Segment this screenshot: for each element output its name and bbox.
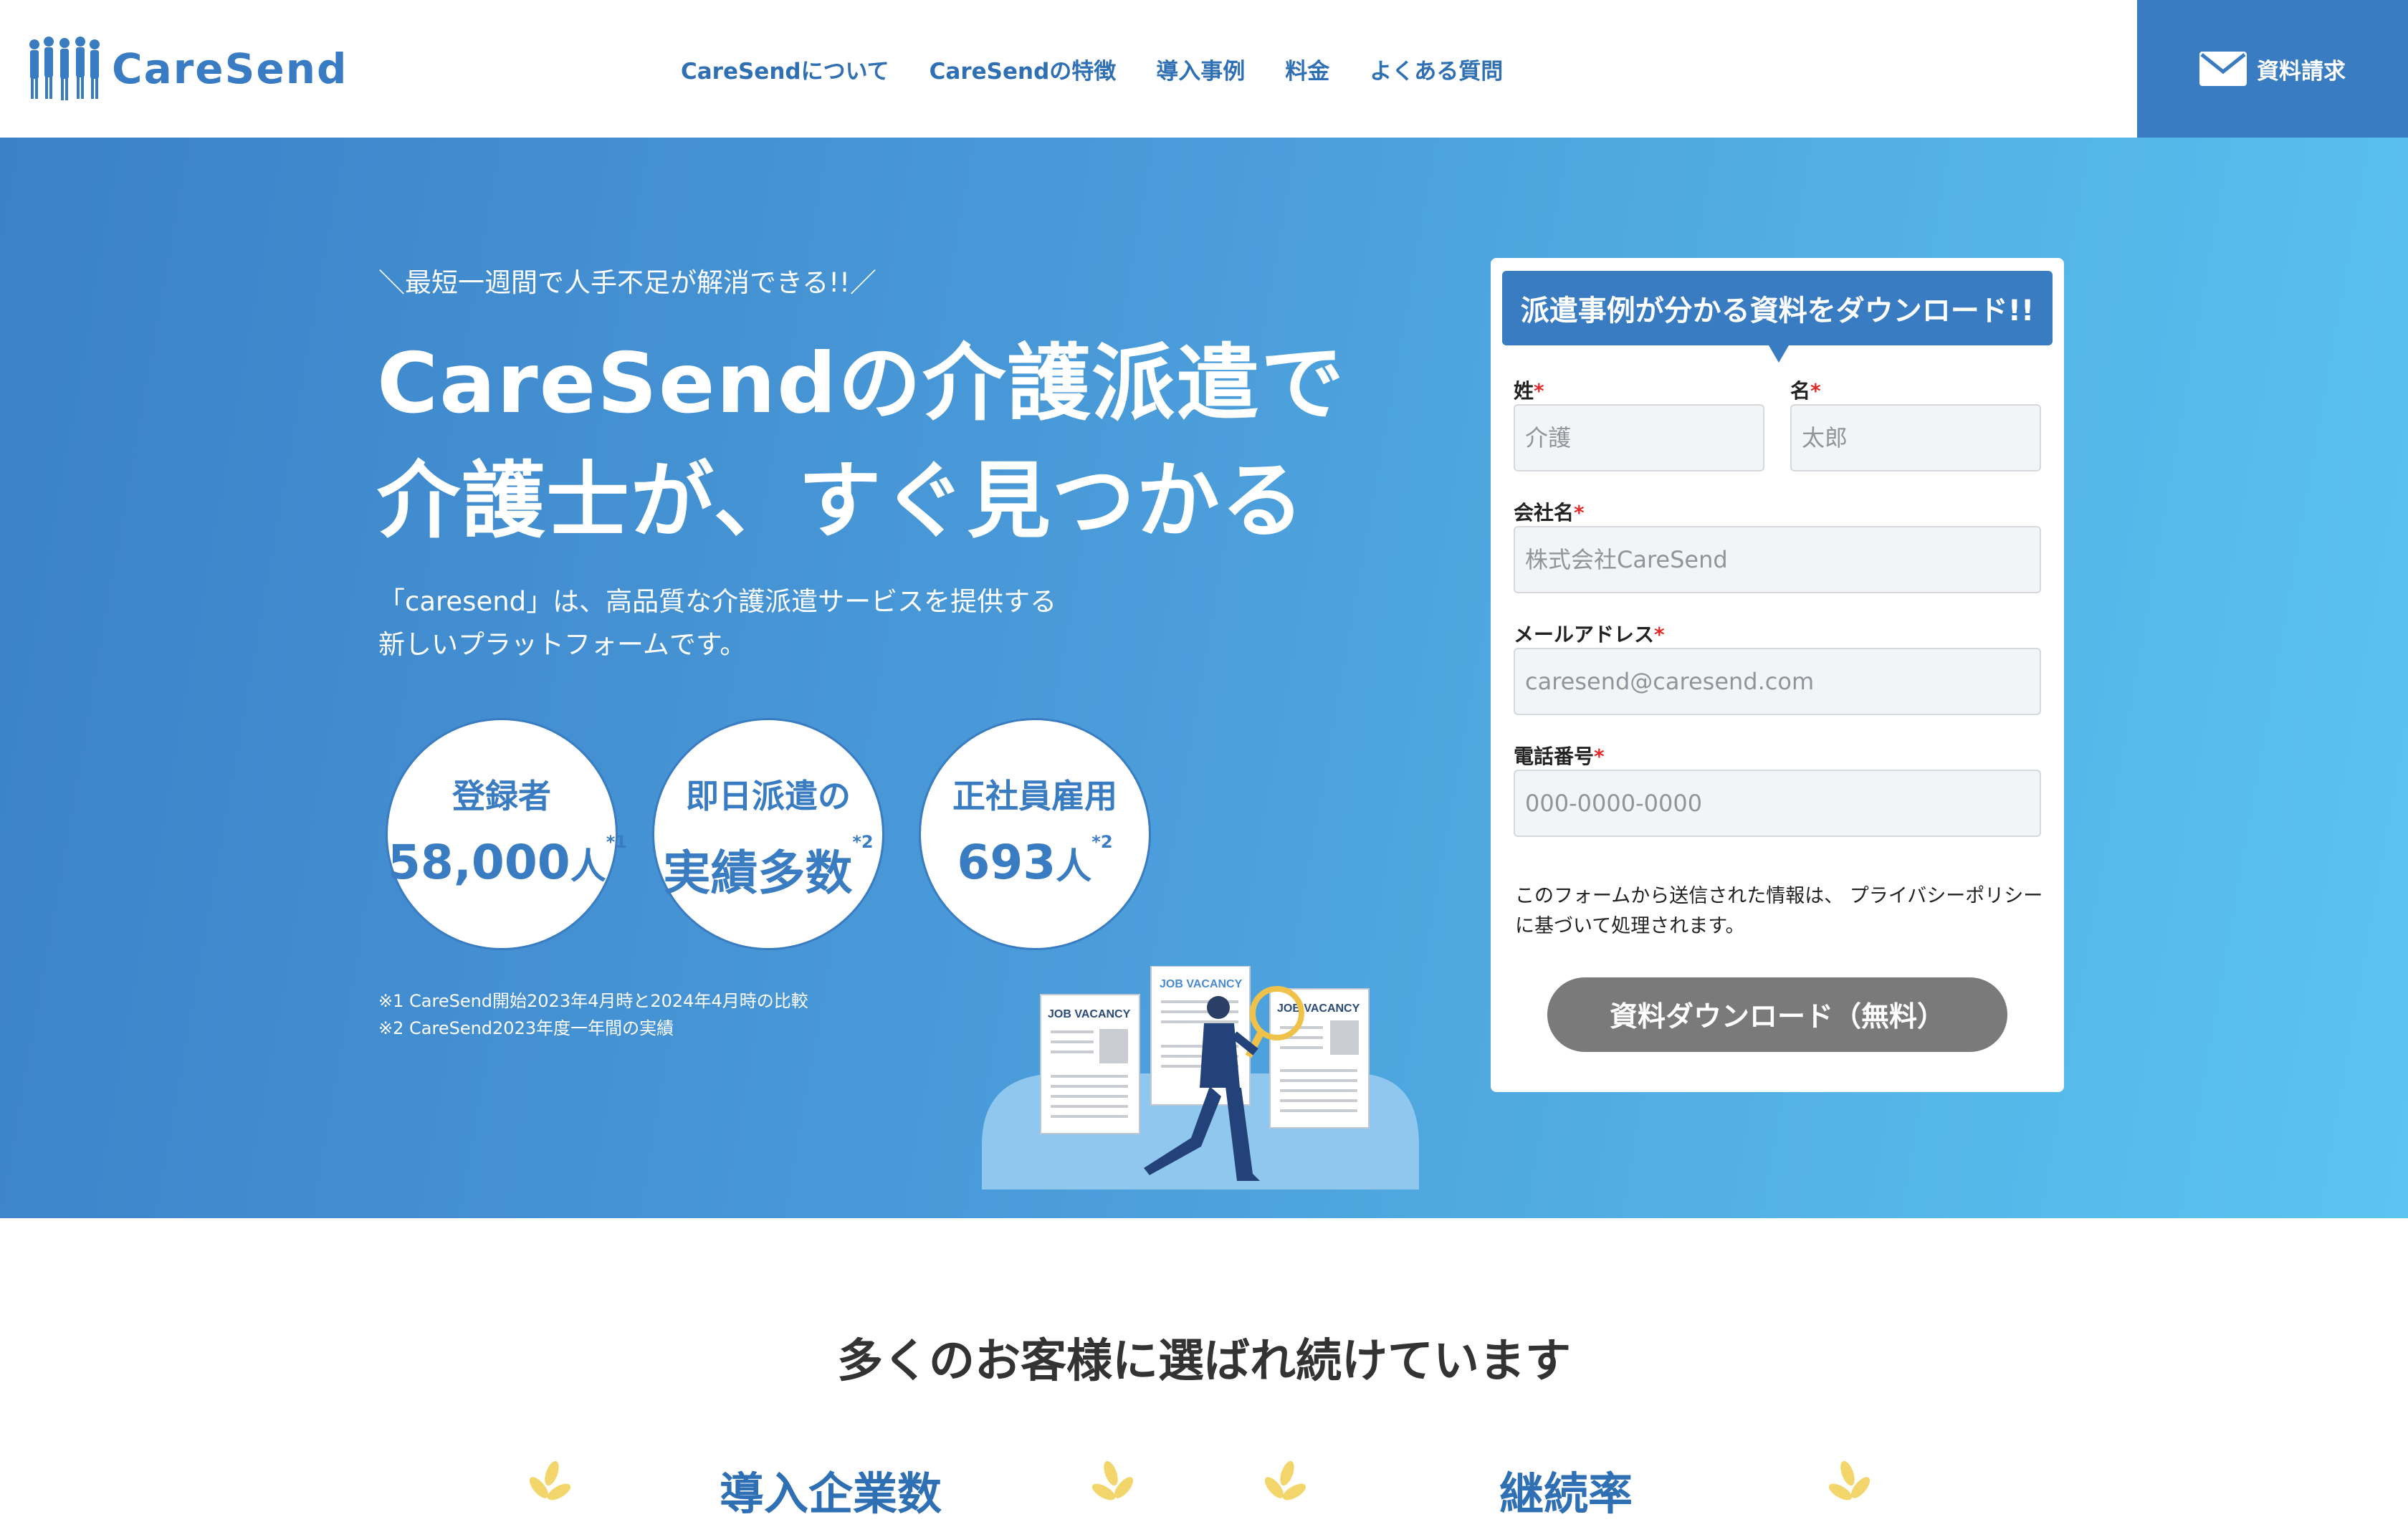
brand-name: CareSend	[112, 44, 348, 93]
job-vacancy-text: JOB VACANCY	[1048, 1008, 1131, 1020]
phone-label: 電話番号*	[1514, 745, 1605, 768]
footnotes: ※1 CareSend開始2023年4月時と2024年4月時の比較 ※2 Car…	[378, 987, 808, 1042]
last-name-label: 姓*	[1514, 379, 1544, 403]
stat-label: 登録者	[452, 777, 551, 815]
stat-unit: 人	[570, 846, 606, 887]
last-name-input[interactable]	[1514, 404, 1764, 472]
laurel-left-icon	[529, 1460, 571, 1501]
phone-input[interactable]	[1514, 770, 2041, 837]
stat-number: 693	[957, 835, 1056, 890]
laurel-right-icon	[1091, 1460, 1134, 1501]
hero-desc-line1: 「caresend」は、高品質な介護派遣サービスを提供する	[378, 586, 1057, 617]
stat-value: 実績多数*2	[654, 832, 882, 904]
stat-note: *2	[1091, 832, 1113, 852]
hero-title-line1: CareSendの介護派遣で	[377, 335, 1346, 432]
section-title: 多くのお客様に選ばれ続けています	[837, 1335, 1571, 1388]
email-input[interactable]	[1514, 648, 2041, 715]
mail-icon	[2199, 52, 2247, 86]
stat-note: *2	[852, 832, 874, 852]
stat-value: 693人*2	[921, 832, 1149, 890]
email-label: メールアドレス*	[1514, 623, 1665, 646]
stat-note: *1	[606, 832, 627, 852]
download-form: 派遣事例が分かる資料をダウンロード!! 姓* 名* 会社名* メールアドレス* …	[1491, 258, 2064, 1092]
stat-full-time: 正社員雇用 693人*2	[919, 718, 1151, 950]
request-docs-button[interactable]: 資料請求	[2137, 0, 2408, 138]
company-label: 会社名*	[1514, 501, 1585, 525]
footnote-1: ※1 CareSend開始2023年4月時と2024年4月時の比較	[378, 991, 808, 1011]
download-submit-button[interactable]: 資料ダウンロード（無料）	[1547, 977, 2007, 1052]
hero-subtitle: ＼最短一週間で人手不足が解消できる!!／	[378, 267, 876, 298]
stat-number: 58,000	[388, 835, 570, 890]
first-name-label: 名*	[1790, 379, 1821, 403]
nav-link-pricing[interactable]: 料金	[1285, 53, 1329, 85]
hero-desc-line2: 新しいプラットフォームです。	[378, 629, 747, 660]
job-vacancy-text: JOB VACANCY	[1160, 978, 1243, 990]
stat-unit: 人	[1056, 846, 1092, 887]
people-logo-icon	[29, 37, 100, 100]
request-docs-label: 資料請求	[2257, 58, 2346, 85]
stat-label: 正社員雇用	[952, 777, 1117, 815]
hero-title: CareSendの介護派遣で 介護士が、すぐ見つかる	[377, 325, 1345, 560]
company-input[interactable]	[1514, 526, 2041, 593]
hero-title-line2: 介護士が、すぐ見つかる	[377, 453, 1306, 550]
nav-link-cases[interactable]: 導入事例	[1156, 53, 1245, 85]
job-search-illustration: JOB VACANCY JOB VACANCY JOB VACANCY	[982, 966, 1419, 1190]
nav-link-faq[interactable]: よくある質問	[1370, 53, 1503, 85]
privacy-notice: このフォームから送信された情報は、 プライバシーポリシー に基づいて処理されます…	[1515, 885, 2043, 937]
main-nav: CareSendについて CareSendの特徴 導入事例 料金 よくある質問	[681, 0, 1503, 138]
footnote-2: ※2 CareSend2023年度一年間の実績	[378, 1018, 674, 1038]
site-header: CareSend CareSendについて CareSendの特徴 導入事例 料…	[0, 0, 2408, 138]
stat-label: 即日派遣の	[686, 777, 851, 815]
hero-section: ＼最短一週間で人手不足が解消できる!!／ CareSendの介護派遣で 介護士が…	[0, 138, 2408, 1218]
form-heading: 派遣事例が分かる資料をダウンロード!!	[1502, 271, 2053, 363]
laurel-left-icon	[1264, 1460, 1306, 1501]
laurel-right-icon	[1828, 1460, 1870, 1501]
nav-link-about[interactable]: CareSendについて	[681, 53, 889, 85]
stat-number: 実績多数	[663, 846, 853, 901]
stat-value: 58,000人*1	[388, 832, 627, 890]
stat-registrants: 登録者 58,000人*1	[386, 718, 627, 950]
hero-description: 「caresend」は、高品質な介護派遣サービスを提供する 新しいプラットフォー…	[378, 580, 1056, 666]
first-name-input[interactable]	[1790, 404, 2041, 472]
stat-same-day: 即日派遣の 実績多数*2	[652, 718, 884, 950]
logo[interactable]: CareSend	[27, 34, 348, 103]
nav-link-features[interactable]: CareSendの特徴	[930, 53, 1117, 85]
award-companies: 導入企業数	[720, 1468, 942, 1520]
job-vacancy-text: JOB VACANCY	[1277, 1002, 1360, 1015]
award-retention: 継続率	[1499, 1468, 1633, 1520]
